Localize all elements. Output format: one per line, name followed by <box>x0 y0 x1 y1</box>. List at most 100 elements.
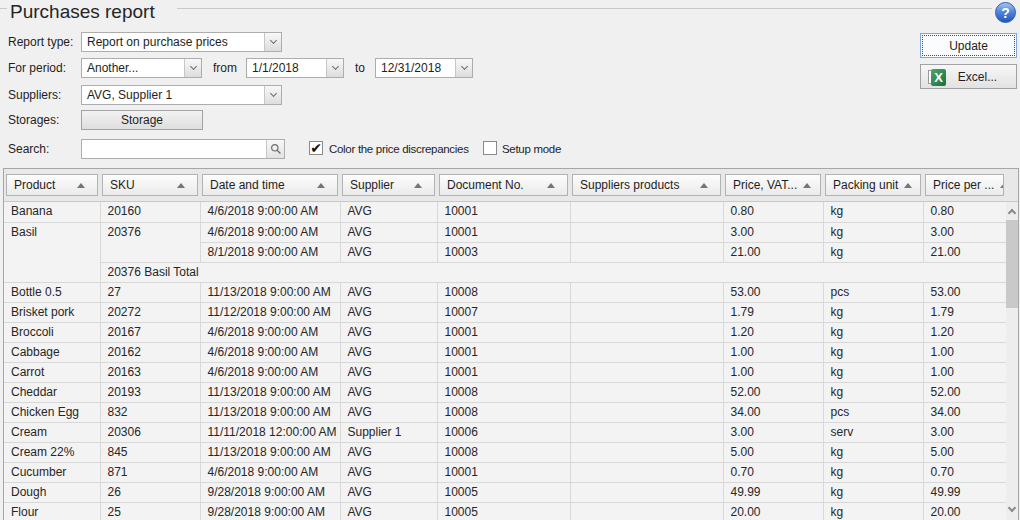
from-label: from <box>213 58 237 78</box>
column-header-price-per[interactable]: Price per ... <box>923 169 1006 201</box>
setup-mode-checkbox[interactable]: ✔ <box>483 141 497 155</box>
column-header-label: Suppliers products <box>580 178 679 192</box>
table-row[interactable]: Basil203764/6/2018 9:00:00 AMAVG100013.0… <box>4 222 1006 242</box>
table-cell: 10001 <box>437 342 570 362</box>
table-row[interactable]: Cabbage201624/6/2018 9:00:00 AMAVG100011… <box>4 342 1006 362</box>
column-header-product[interactable]: Product <box>4 169 100 201</box>
table-cell <box>570 502 723 520</box>
report-type-select[interactable]: Report on purchase prices <box>81 32 282 52</box>
excel-button[interactable]: X Excel... <box>920 64 1017 89</box>
chevron-down-icon[interactable] <box>264 33 281 51</box>
storage-button[interactable]: Storage <box>81 110 203 130</box>
table-cell: AVG <box>340 462 437 482</box>
report-type-label: Report type: <box>8 32 73 52</box>
table-row[interactable]: Dough269/28/2018 9:00:00 AMAVG1000549.99… <box>4 482 1006 502</box>
table-cell: 0.80 <box>923 202 1006 222</box>
table-cell: 1.79 <box>723 302 823 322</box>
update-button[interactable]: Update <box>920 33 1017 58</box>
subtotal-row[interactable]: 20376 Basil Total <box>4 262 1006 282</box>
table-cell: Basil <box>4 222 100 282</box>
period-label: For period: <box>8 58 66 78</box>
vertical-scrollbar[interactable] <box>1006 202 1018 520</box>
date-from-input[interactable]: 1/1/2018 <box>246 58 344 78</box>
table-cell <box>570 482 723 502</box>
groupbox-border <box>177 8 992 9</box>
column-header-price-vat[interactable]: Price, VAT... <box>723 169 823 201</box>
scrollbar-thumb[interactable] <box>1006 220 1018 308</box>
table-cell: 10001 <box>437 222 570 242</box>
table-row[interactable]: Banana201604/6/2018 9:00:00 AMAVG100010.… <box>4 202 1006 222</box>
table-cell: 11/13/2018 9:00:00 AM <box>200 402 340 422</box>
sort-asc-icon <box>177 183 185 188</box>
scroll-up-icon[interactable] <box>1006 202 1018 219</box>
excel-icon: X <box>928 69 946 86</box>
table-cell: kg <box>823 202 923 222</box>
chevron-down-icon[interactable] <box>455 59 472 77</box>
table-cell: 10007 <box>437 302 570 322</box>
table-row[interactable]: Cheddar2019311/13/2018 9:00:00 AMAVG1000… <box>4 382 1006 402</box>
scroll-down-icon[interactable] <box>1006 501 1018 518</box>
table-cell: 11/13/2018 9:00:00 AM <box>200 282 340 302</box>
column-header-document-no[interactable]: Document No. <box>437 169 570 201</box>
table-cell: AVG <box>340 282 437 302</box>
sort-asc-icon <box>700 183 708 188</box>
table-cell: 20163 <box>100 362 200 382</box>
table-row[interactable]: Chicken Egg83211/13/2018 9:00:00 AMAVG10… <box>4 402 1006 422</box>
sort-asc-icon <box>317 183 325 188</box>
date-to-input[interactable]: 12/31/2018 <box>375 58 473 78</box>
table-row[interactable]: Brisket pork2027211/12/2018 9:00:00 AMAV… <box>4 302 1006 322</box>
table-cell: 20376 <box>100 222 200 262</box>
table-cell: Dough <box>4 482 100 502</box>
table-row[interactable]: Cucumber8714/6/2018 9:00:00 AMAVG100010.… <box>4 462 1006 482</box>
table-cell: Supplier 1 <box>340 422 437 442</box>
search-input[interactable] <box>81 139 285 159</box>
table-cell: 10006 <box>437 422 570 442</box>
chevron-down-icon[interactable] <box>326 59 343 77</box>
table-cell: 871 <box>100 462 200 482</box>
table-row[interactable]: Cream2030611/11/2018 12:00:00 AMSupplier… <box>4 422 1006 442</box>
table-row[interactable]: Cream 22%84511/13/2018 9:00:00 AMAVG1000… <box>4 442 1006 462</box>
table-cell: 3.00 <box>723 422 823 442</box>
column-header-suppliers-products[interactable]: Suppliers products <box>570 169 723 201</box>
column-header-date-and-time[interactable]: Date and time <box>200 169 340 201</box>
table-row[interactable]: Broccoli201674/6/2018 9:00:00 AMAVG10001… <box>4 322 1006 342</box>
table-cell: kg <box>823 222 923 242</box>
table-cell: kg <box>823 462 923 482</box>
table-cell: 10008 <box>437 382 570 402</box>
table-cell: 9/28/2018 9:00:00 AM <box>200 502 340 520</box>
period-select[interactable]: Another... <box>81 58 202 78</box>
search-icon[interactable] <box>266 140 284 158</box>
table-cell: 20272 <box>100 302 200 322</box>
table-cell: 27 <box>100 282 200 302</box>
table-cell: kg <box>823 242 923 262</box>
table-cell: 49.99 <box>723 482 823 502</box>
table-cell: Chicken Egg <box>4 402 100 422</box>
table-cell: kg <box>823 302 923 322</box>
table-cell <box>570 242 723 262</box>
column-header-sku[interactable]: SKU <box>100 169 200 201</box>
help-icon[interactable]: ? <box>995 2 1016 23</box>
color-discrepancies-checkbox[interactable]: ✔ <box>309 141 323 155</box>
table-cell <box>570 282 723 302</box>
column-header-supplier[interactable]: Supplier <box>340 169 437 201</box>
chevron-down-icon[interactable] <box>264 86 281 104</box>
table-cell: 1.00 <box>723 342 823 362</box>
table-cell: 52.00 <box>923 382 1006 402</box>
chevron-down-icon[interactable] <box>184 59 201 77</box>
table-row[interactable]: Bottle 0.52711/13/2018 9:00:00 AMAVG1000… <box>4 282 1006 302</box>
table-cell <box>570 362 723 382</box>
search-label: Search: <box>8 139 49 159</box>
suppliers-select[interactable]: AVG, Supplier 1 <box>81 85 282 105</box>
table-cell: pcs <box>823 282 923 302</box>
table-cell: 26 <box>100 482 200 502</box>
table-cell: AVG <box>340 382 437 402</box>
table-cell: 10001 <box>437 462 570 482</box>
table-body: Banana201604/6/2018 9:00:00 AMAVG100010.… <box>4 202 1007 520</box>
table-row[interactable]: Carrot201634/6/2018 9:00:00 AMAVG100011.… <box>4 362 1006 382</box>
table-row[interactable]: Flour259/28/2018 9:00:00 AMAVG1000520.00… <box>4 502 1006 520</box>
column-header-packing-unit[interactable]: Packing unit <box>823 169 923 201</box>
table-cell: Brisket pork <box>4 302 100 322</box>
table-cell: AVG <box>340 402 437 422</box>
table-cell: Flour <box>4 502 100 520</box>
table-cell: 832 <box>100 402 200 422</box>
